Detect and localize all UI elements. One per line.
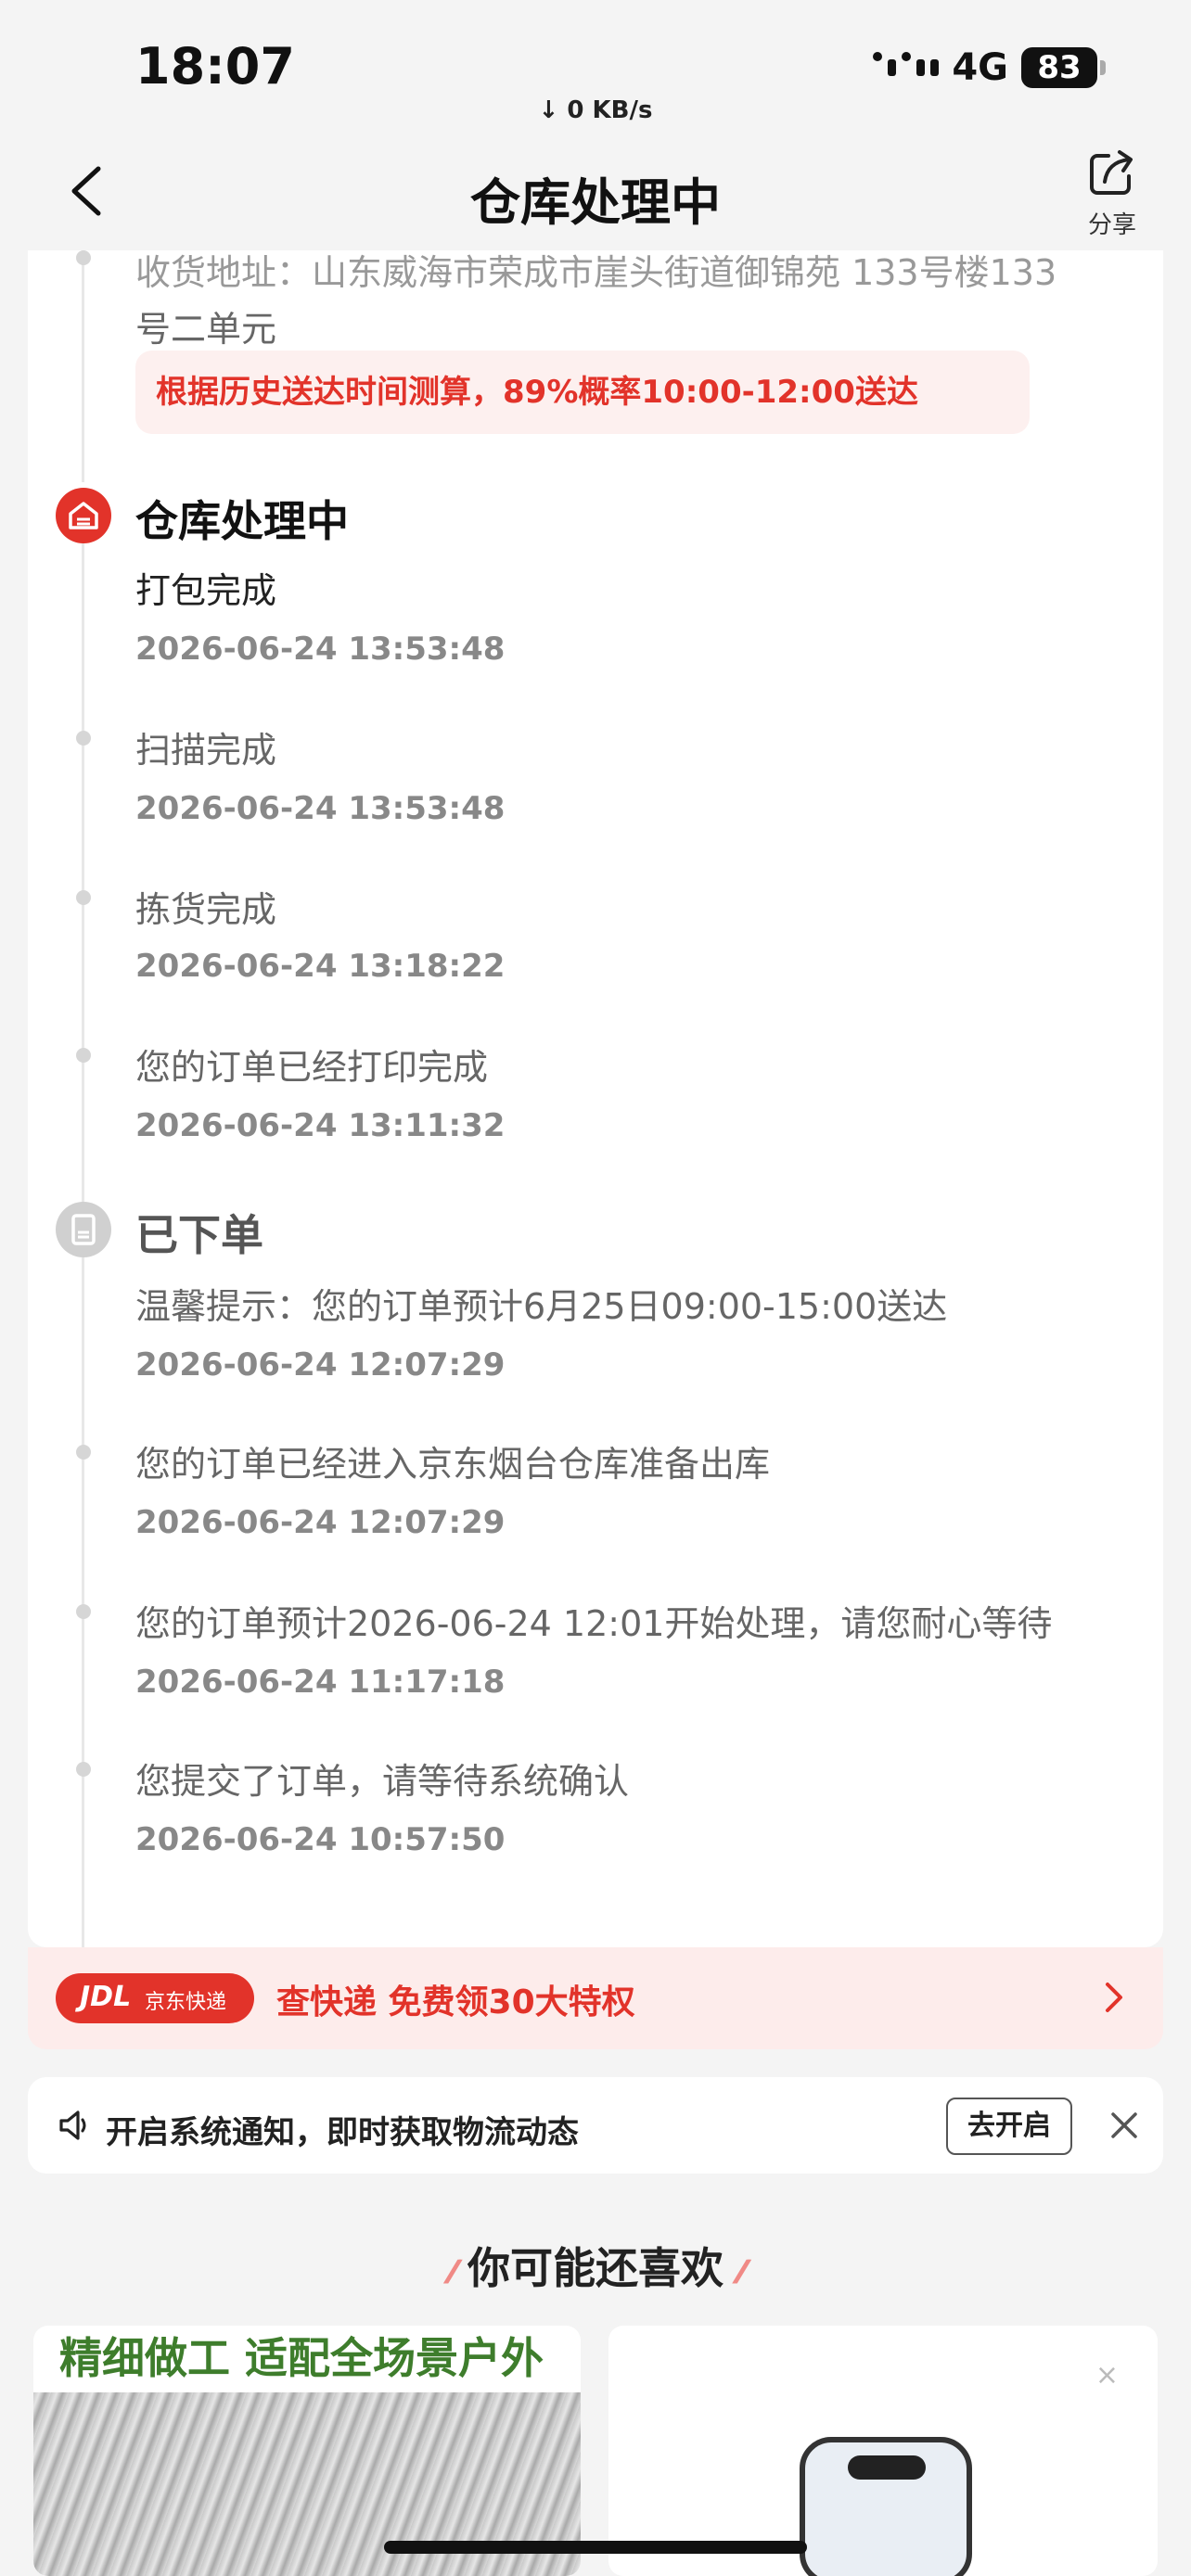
logistics-timeline-card: 收货地址：山东威海市荣成市崖头街道御锦苑 133号楼133 号二单元 根据历史送… bbox=[28, 250, 1163, 1947]
network-type: 4G bbox=[952, 46, 1008, 89]
event-time: 2026-06-24 13:11:32 bbox=[135, 1107, 506, 1144]
speaker-icon bbox=[59, 2111, 86, 2140]
notification-bar: 开启系统通知，即时获取物流动态 去开启 bbox=[28, 2077, 1163, 2174]
signal-icon bbox=[873, 52, 940, 76]
timeline-dot bbox=[76, 731, 91, 746]
event-time: 2026-06-24 10:57:50 bbox=[135, 1821, 506, 1858]
timeline-dot bbox=[76, 890, 91, 905]
product-card[interactable]: 精细做工 适配全场景户外 bbox=[33, 2326, 581, 2576]
product-card[interactable]: × bbox=[608, 2326, 1158, 2576]
product-banner-text: 精细做工 适配全场景户外 bbox=[59, 2333, 544, 2383]
stage-title-warehouse: 仓库处理中 bbox=[135, 496, 349, 546]
delivery-address: 收货地址：山东威海市荣成市崖头街道御锦苑 133号楼133 号二单元 bbox=[135, 252, 1137, 358]
jdl-brand: 京东快递 bbox=[145, 1991, 227, 2014]
home-indicator[interactable] bbox=[384, 2541, 807, 2554]
event-text: 打包完成 bbox=[135, 570, 277, 611]
nav-bar: 仓库处理中 分享 bbox=[0, 130, 1191, 250]
event-text: 您提交了订单，请等待系统确认 bbox=[135, 1761, 630, 1802]
decoration-icon: ⁄⁄ bbox=[449, 2254, 457, 2291]
enable-notification-button[interactable]: 去开启 bbox=[946, 2098, 1072, 2155]
share-button[interactable]: 分享 bbox=[1070, 147, 1154, 239]
timeline-dot bbox=[76, 1048, 91, 1063]
share-label: 分享 bbox=[1087, 211, 1136, 239]
page-title: 仓库处理中 bbox=[470, 173, 721, 232]
address-line: 号二单元 bbox=[135, 308, 277, 350]
decoration-icon: ⁄⁄ bbox=[738, 2254, 746, 2291]
delivery-estimate-tip: 根据历史送达时间测算，89%概率10:00-12:00送达 bbox=[135, 351, 1030, 434]
event-text: 您的订单已经进入京东烟台仓库准备出库 bbox=[135, 1444, 771, 1485]
product-image bbox=[800, 2437, 972, 2576]
timeline-dot bbox=[76, 250, 91, 265]
stage-title-ordered: 已下单 bbox=[135, 1210, 263, 1260]
document-icon bbox=[56, 1202, 111, 1257]
battery-level: 83 bbox=[1021, 47, 1097, 88]
network-speed: ↓ 0 KB/s bbox=[538, 96, 653, 124]
event-time: 2026-06-24 12:07:29 bbox=[135, 1504, 506, 1541]
event-time: 2026-06-24 13:18:22 bbox=[135, 948, 506, 985]
timeline-dot bbox=[76, 1762, 91, 1777]
address-line-partial: 收货地址：山东威海市荣成市崖头街道御锦苑 133号楼133 bbox=[135, 252, 1057, 293]
battery-icon: 83 bbox=[1021, 47, 1106, 88]
notification-text: 开启系统通知，即时获取物流动态 bbox=[106, 2114, 579, 2151]
event-time: 2026-06-24 11:17:18 bbox=[135, 1664, 506, 1701]
close-icon[interactable]: × bbox=[1095, 2359, 1119, 2391]
jdl-logo: JDL bbox=[80, 1981, 132, 2013]
event-time: 2026-06-24 13:53:48 bbox=[135, 631, 506, 668]
timeline-dot bbox=[76, 1604, 91, 1619]
timeline-dot bbox=[76, 1445, 91, 1460]
status-bar: 18:07 ↓ 0 KB/s 4G 83 bbox=[0, 0, 1191, 130]
status-indicators: 4G 83 bbox=[873, 46, 1106, 89]
promo-text: 查快递 免费领30大特权 bbox=[276, 1983, 635, 2021]
recommend-title: ⁄⁄ 你可能还喜欢 ⁄⁄ bbox=[0, 2235, 1191, 2296]
event-time: 2026-06-24 12:07:29 bbox=[135, 1346, 506, 1384]
share-icon bbox=[1090, 150, 1133, 195]
recommend-title-text: 你可能还喜欢 bbox=[467, 2243, 724, 2293]
event-text: 拣货完成 bbox=[135, 889, 277, 930]
jdl-badge: JDL 京东快递 bbox=[56, 1973, 254, 2023]
event-text: 温馨提示：您的订单预计6月25日09:00-15:00送达 bbox=[135, 1286, 948, 1327]
event-time: 2026-06-24 13:53:48 bbox=[135, 790, 506, 827]
event-text: 您的订单预计2026-06-24 12:01开始处理，请您耐心等待 bbox=[135, 1603, 1053, 1644]
chevron-right-icon bbox=[1106, 1983, 1122, 2012]
event-text: 您的订单已经打印完成 bbox=[135, 1047, 489, 1088]
event-text: 扫描完成 bbox=[135, 730, 277, 771]
warehouse-icon bbox=[56, 488, 111, 543]
status-time: 18:07 bbox=[135, 37, 295, 96]
jdl-promo-banner[interactable]: JDL 京东快递 查快递 免费领30大特权 bbox=[28, 1947, 1163, 2049]
close-icon[interactable] bbox=[1108, 2109, 1141, 2142]
